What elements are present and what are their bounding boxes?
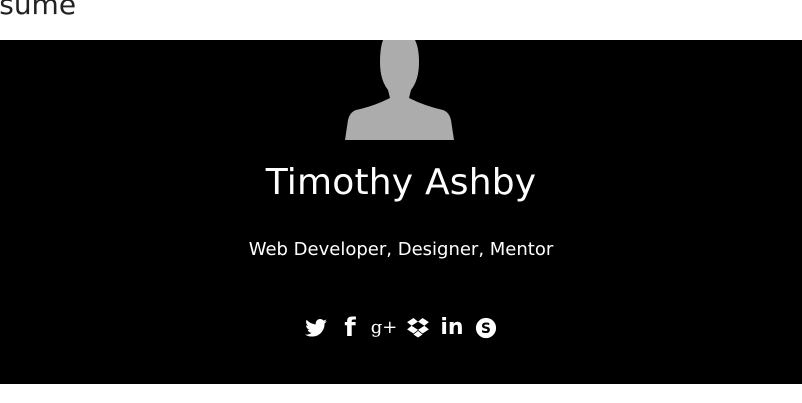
skype-link[interactable]: S [474, 315, 498, 341]
skype-glyph: S [481, 321, 491, 337]
social-links: f g+ in S [0, 314, 802, 342]
facebook-icon: f [344, 313, 356, 343]
section-title: esume [0, 0, 77, 21]
hero-banner: Timothy Ashby Web Developer, Designer, M… [0, 40, 802, 384]
google-plus-icon: g+ [370, 317, 398, 338]
avatar-placeholder-icon [345, 40, 454, 140]
dropbox-icon [407, 318, 429, 338]
twitter-link[interactable] [304, 315, 328, 341]
twitter-icon [305, 319, 327, 337]
page: esume Timothy Ashby Web Developer, Desig… [0, 0, 802, 403]
skype-icon: S [475, 317, 497, 339]
profile-tagline: Web Developer, Designer, Mentor [248, 239, 554, 260]
profile-name: Timothy Ashby [265, 162, 537, 203]
dropbox-link[interactable] [406, 315, 430, 341]
facebook-link[interactable]: f [338, 315, 362, 341]
linkedin-icon: in [440, 315, 464, 340]
google-plus-link[interactable]: g+ [370, 315, 398, 341]
linkedin-link[interactable]: in [440, 315, 464, 341]
